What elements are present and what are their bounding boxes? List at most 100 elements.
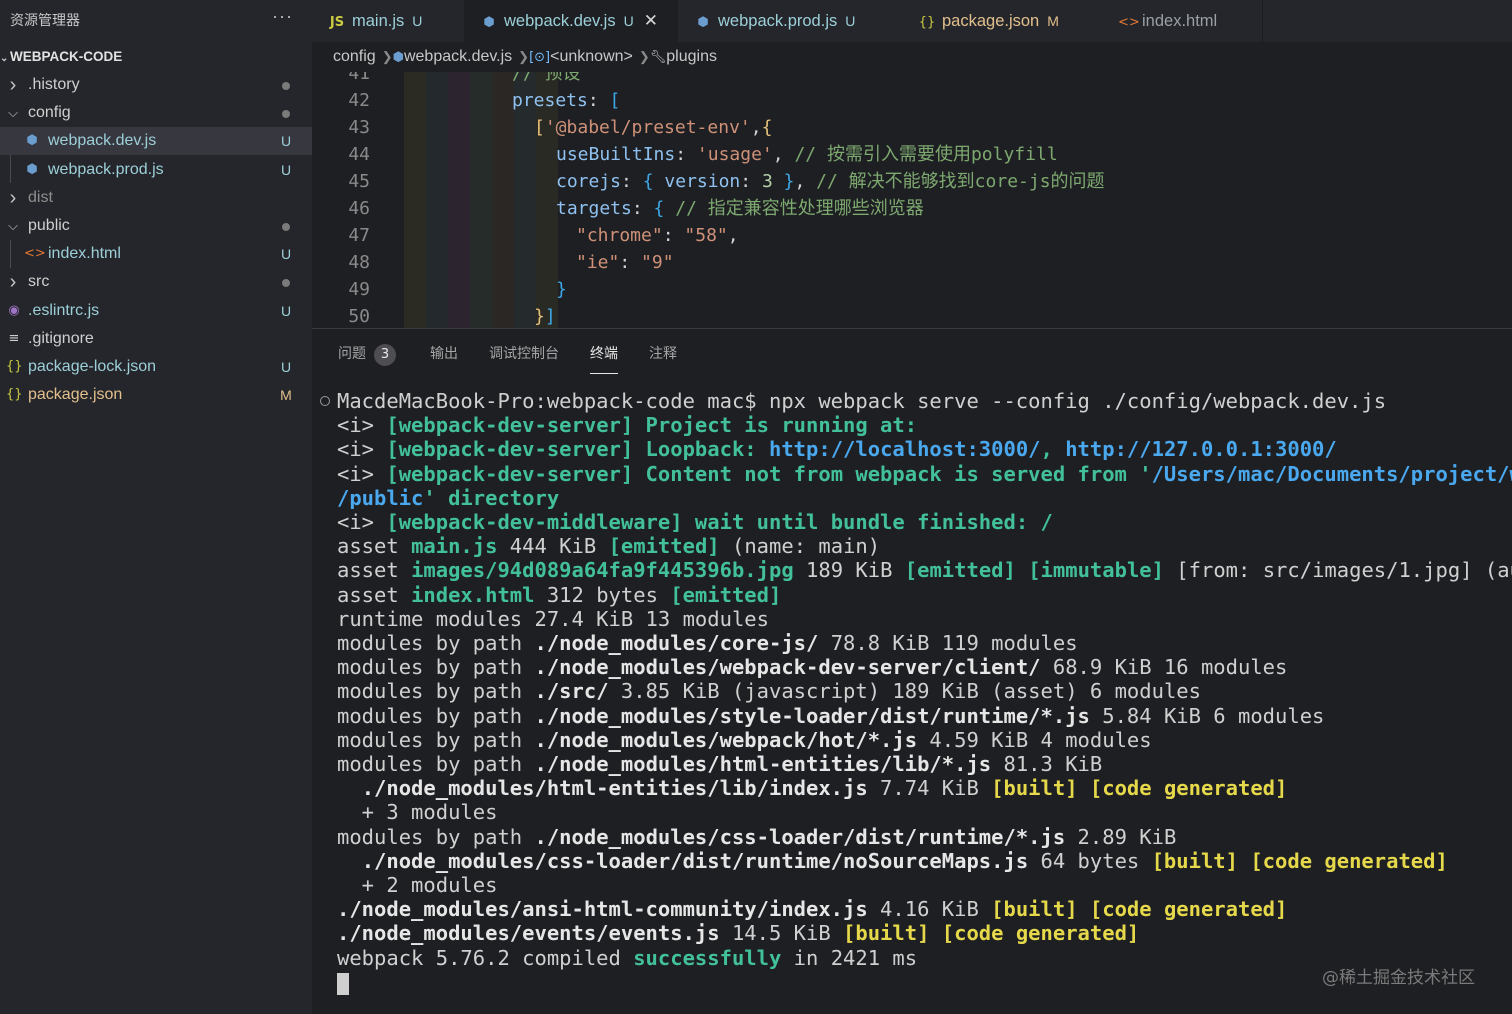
code-token: {	[653, 198, 665, 219]
tab-package-json[interactable]: {} package.json M	[902, 0, 1103, 42]
panel-tab-4[interactable]: 注释	[649, 343, 677, 367]
code-token: "chrome"	[576, 225, 663, 246]
terminal-line: ./node_modules/css-loader/dist/runtime/n…	[337, 849, 1448, 873]
terminal-token: 14.5 KiB	[719, 921, 844, 946]
html-icon: <>	[1118, 15, 1140, 30]
terminal-line: <i> [webpack-dev-server] Content not fro…	[337, 462, 1512, 486]
code-token: :	[587, 90, 610, 111]
git-status-badge: U	[280, 161, 292, 178]
code-editor[interactable]: 41// 预设 42 presets: [43 ['@babel/preset-env…	[312, 72, 1512, 328]
terminal-token: 4.16 KiB	[867, 897, 992, 922]
tab-webpack-prod-js[interactable]: ⬢ webpack.prod.js U	[678, 0, 903, 42]
html-icon: <>	[24, 246, 46, 262]
line-number: 46	[348, 198, 370, 219]
code-token: }	[556, 279, 567, 300]
terminal-token: MacdeMacBook-Pro:webpack-code mac$ npx w…	[337, 389, 1387, 413]
code-token: ]	[544, 306, 556, 327]
terminal-token: ./src/	[534, 679, 609, 704]
terminal-token: [code generated]	[1089, 897, 1288, 922]
line-number: 50	[348, 306, 370, 327]
tree-item-config[interactable]: ⌵ config	[0, 99, 312, 127]
code-token: :	[619, 252, 642, 273]
terminal-token: [code generated]	[941, 921, 1140, 946]
panel-tab-2[interactable]: 调试控制台	[489, 343, 559, 367]
tree-item-dist[interactable]: › dist	[0, 184, 312, 212]
terminal-token: http://127.0.0.1:3000/	[1065, 437, 1337, 462]
workspace-root[interactable]: ⌄ WEBPACK-CODE	[0, 46, 122, 68]
terminal-token: asset	[337, 558, 412, 583]
tree-item-label: index.html	[48, 245, 121, 263]
terminal-token: 68.9 KiB 16 modules	[1040, 655, 1288, 680]
breadcrumb-folder[interactable]: config	[333, 48, 376, 65]
terminal-token: [built]	[843, 921, 930, 946]
terminal-token: ./node_modules/css-loader/dist/runtime/*…	[534, 824, 1066, 849]
terminal-token: [webpack-dev-server] Loopback:	[386, 437, 769, 462]
tab-label: package.json	[942, 12, 1040, 30]
tree-item-webpack-dev-js[interactable]: ⬢ webpack.dev.js U	[0, 127, 312, 156]
tab-label: main.js	[352, 12, 405, 30]
code-token: :	[631, 198, 654, 219]
tab-index-html[interactable]: <> index.html	[1102, 0, 1263, 42]
terminal-line: <i> [webpack-dev-server] Project is runn…	[337, 413, 917, 437]
chevron-down-icon: ⌵	[8, 218, 18, 233]
tab-main-js[interactable]: JS main.js U	[312, 0, 465, 42]
git-status-badge: M	[1047, 13, 1059, 29]
variable-icon: [⊙]	[529, 50, 551, 65]
tree-item-eslintrc-js[interactable]: ◉ .eslintrc.js U	[0, 297, 312, 325]
tab-label: webpack.prod.js	[718, 12, 838, 30]
tree-item-label: package-lock.json	[28, 358, 157, 375]
chevron-right-icon: ›	[9, 74, 17, 96]
terminal-token: /Users/mac/Documents/project/we	[1151, 461, 1512, 486]
terminal-token: 64 bytes	[1028, 848, 1152, 873]
code-token: ,	[750, 117, 762, 138]
chevron-right-icon: ❯	[381, 49, 393, 64]
code-token: :	[621, 171, 643, 192]
tree-item-package-json[interactable]: {} package.json M	[0, 381, 312, 409]
code-token: useBuiltIns	[556, 144, 676, 165]
line-number: 45	[348, 171, 370, 192]
breadcrumb-symbol[interactable]: <unknown>	[550, 48, 633, 65]
breadcrumb-file[interactable]: webpack.dev.js	[404, 48, 512, 65]
terminal-token: 5.84 KiB 6 modules	[1089, 703, 1325, 728]
close-icon[interactable]: ✕	[644, 11, 658, 30]
terminal-token: successfully	[633, 945, 782, 970]
tree-item-index-html[interactable]: <> index.html U	[0, 240, 312, 268]
terminal-token: [code generated]	[1250, 848, 1448, 873]
terminal-token: [emitted]	[608, 534, 720, 559]
tree-item-label: .eslintrc.js	[28, 301, 100, 319]
code-token: 'usage'	[696, 144, 773, 165]
tree-item-gitignore[interactable]: ≡ .gitignore	[0, 325, 312, 353]
tree-item-label: config	[28, 104, 71, 122]
wrench-icon: 🔧︎	[649, 50, 667, 65]
json-icon: {}	[918, 15, 936, 30]
tree-item-src[interactable]: › src	[0, 268, 312, 296]
terminal-line: + 3 modules	[337, 800, 498, 824]
line-number: 47	[348, 225, 370, 246]
code-token: // 按需引入需要使用polyfill	[794, 144, 1058, 165]
panel-tab-3[interactable]: 终端	[590, 343, 618, 374]
code-text: // 预设	[512, 72, 581, 87]
panel-tab-0[interactable]: 问题 3	[338, 343, 396, 367]
terminal-line: ./node_modules/events/events.js 14.5 KiB…	[337, 921, 1139, 945]
eslint-icon: ◉	[8, 302, 20, 318]
line-number: 44	[348, 144, 370, 165]
breadcrumb-property[interactable]: plugins	[666, 48, 717, 65]
tree-item-webpack-prod-js[interactable]: ⬢ webpack.prod.js U	[0, 156, 312, 184]
tree-item-history[interactable]: › .history	[0, 71, 312, 99]
panel-tab-1[interactable]: 输出	[430, 343, 458, 367]
terminal-token: asset	[337, 534, 412, 559]
tree-item-package-lock-json[interactable]: {} package-lock.json U	[0, 353, 312, 381]
terminal-line: modules by path ./node_modules/html-enti…	[337, 752, 1102, 776]
code-line: 44 useBuiltIns: 'usage', // 按需引入需要使用polyf…	[312, 141, 1512, 168]
tree-item-public[interactable]: ⌵ public	[0, 212, 312, 240]
tab-label: webpack.dev.js	[504, 12, 616, 30]
chevron-right-icon: ❯	[518, 49, 530, 64]
tab-webpack-dev-js[interactable]: ⬢ webpack.dev.js U ✕	[464, 0, 679, 42]
terminal[interactable]: MacdeMacBook-Pro:webpack-code mac$ npx w…	[312, 375, 1512, 1014]
webpack-icon: ⬢	[392, 50, 404, 65]
tree-item-label: .history	[28, 76, 80, 93]
terminal-token: modules by path	[337, 655, 535, 680]
more-actions-icon[interactable]: ···	[272, 6, 293, 27]
terminal-token: [built]	[991, 897, 1078, 922]
